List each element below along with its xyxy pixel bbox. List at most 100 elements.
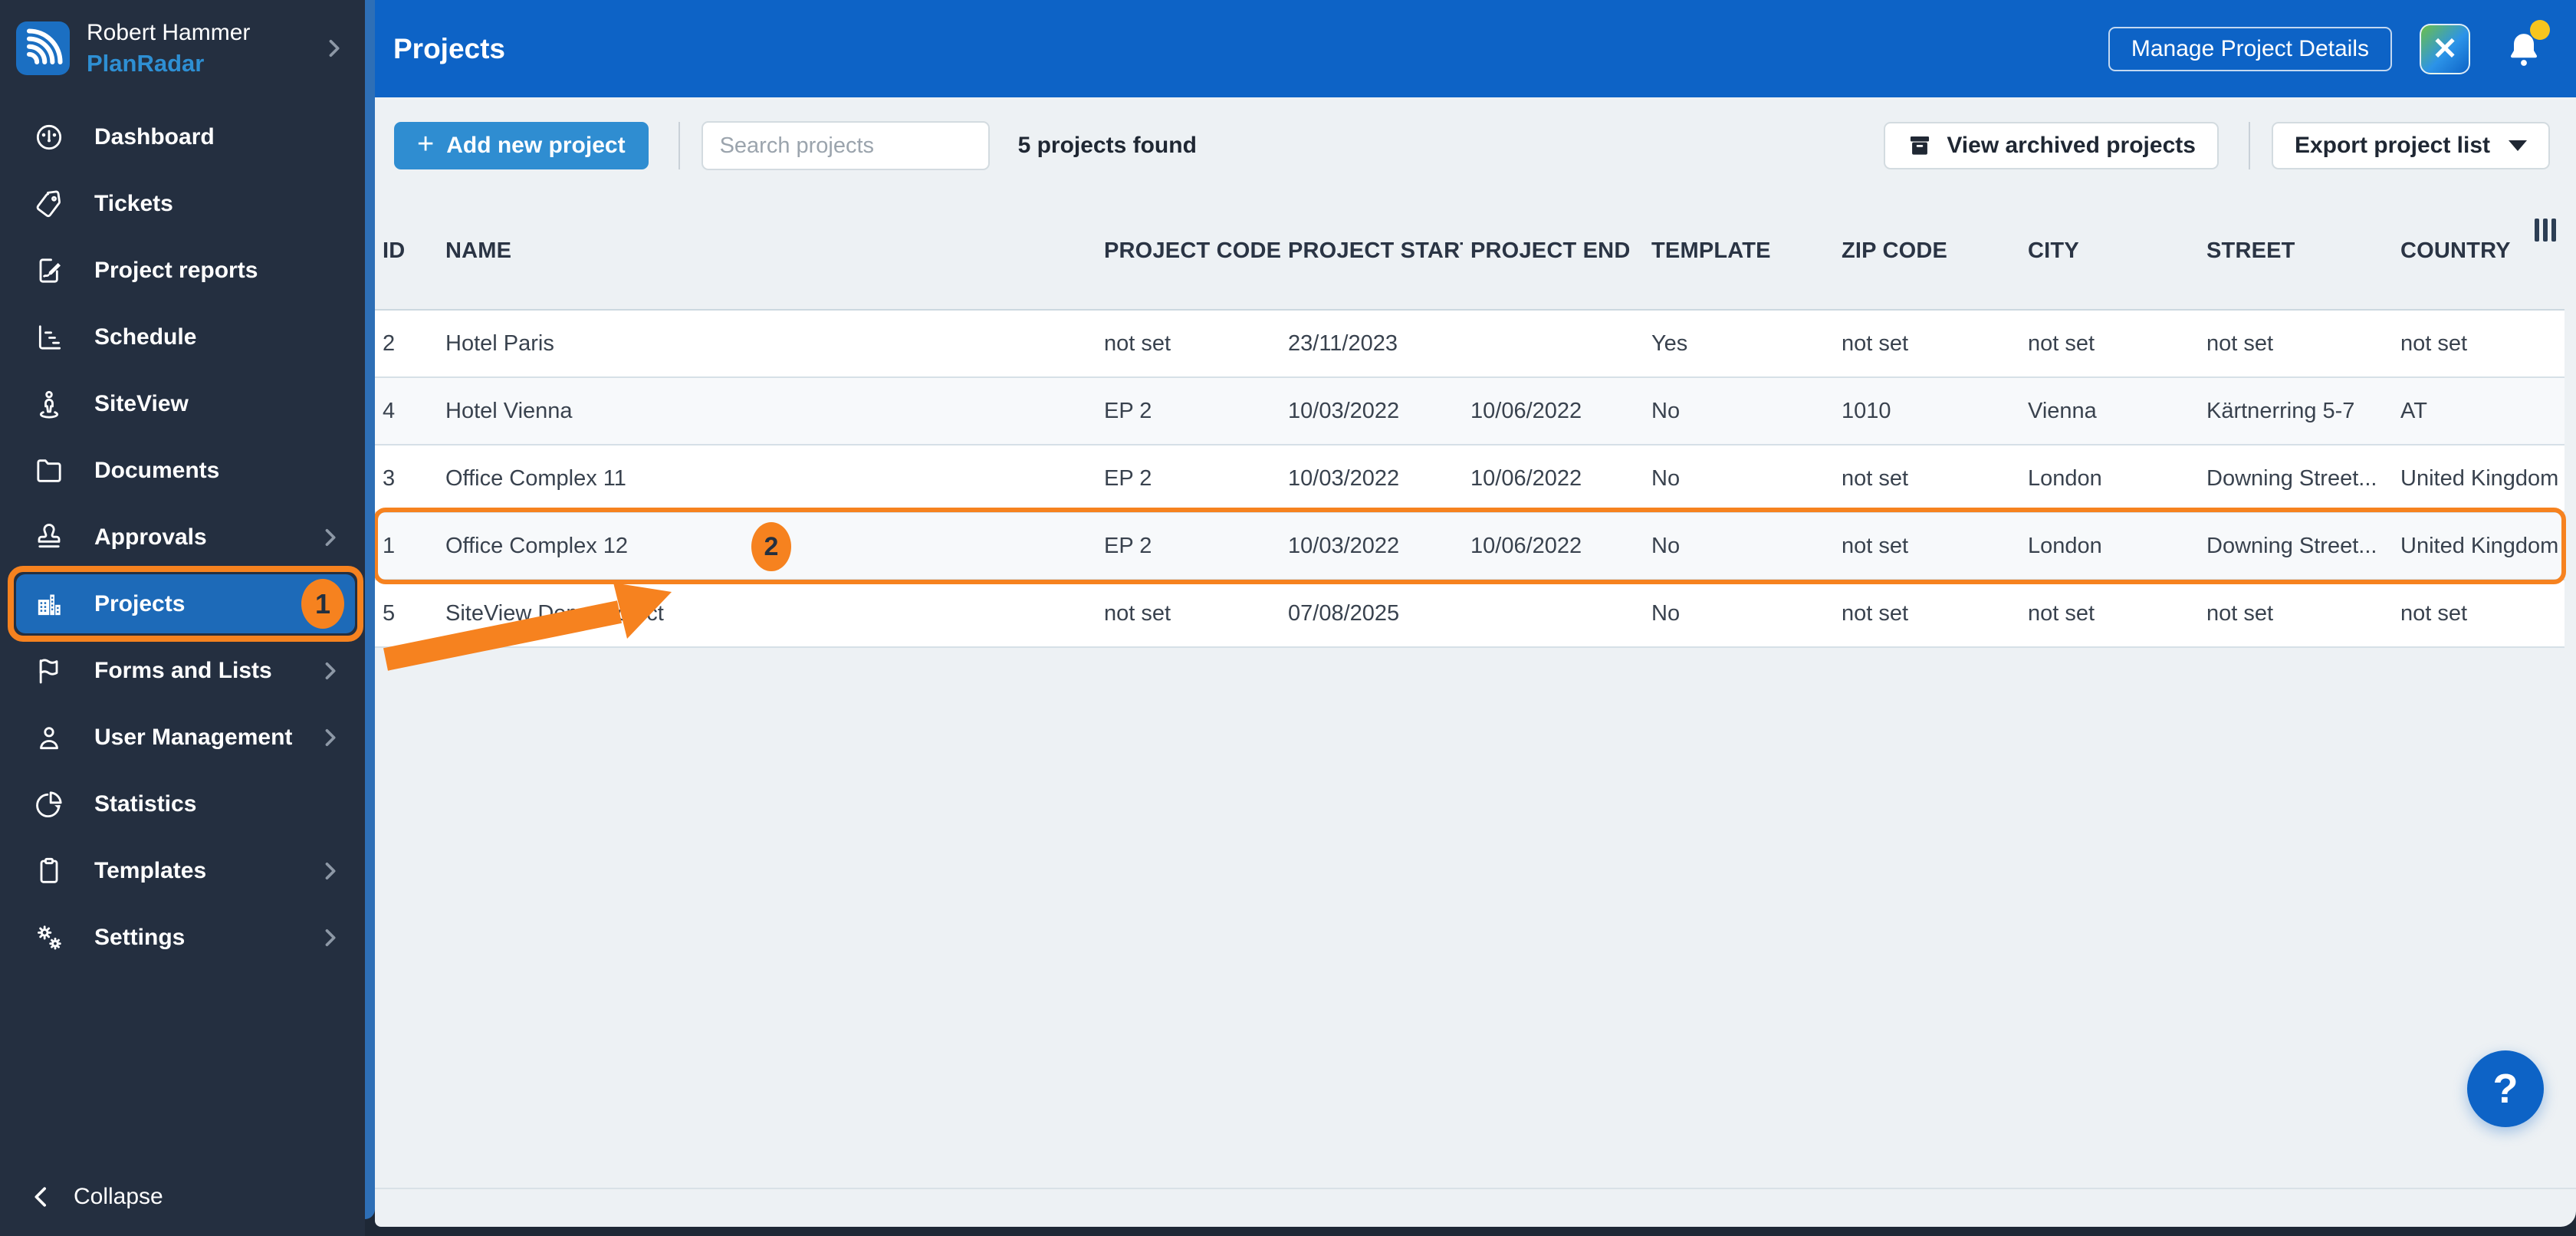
column-header-street: STREET bbox=[2206, 238, 2295, 263]
column-header-city: CITY bbox=[2028, 238, 2079, 263]
projects-toolbar: + Add new project 5 projects found View … bbox=[394, 121, 2550, 170]
sidebar-item-documents[interactable]: Documents bbox=[16, 441, 355, 500]
sidebar-item-approvals[interactable]: Approvals bbox=[16, 508, 355, 567]
caret-down-icon bbox=[2509, 140, 2527, 151]
export-label: Export project list bbox=[2294, 133, 2490, 158]
cell-code: EP 2 bbox=[1104, 398, 1152, 423]
cell-start: 10/03/2022 bbox=[1288, 398, 1400, 423]
sidebar-item-label: Approvals bbox=[94, 524, 207, 550]
sidebar-item-label: User Management bbox=[94, 724, 293, 750]
search-input[interactable] bbox=[701, 121, 990, 170]
page-title: Projects bbox=[393, 32, 506, 64]
table-row[interactable]: 5 SiteView Demoproject not set 07/08/2025 No… bbox=[375, 580, 2564, 648]
sidebar-nav: Dashboard Tickets Project reports Schedu… bbox=[0, 107, 365, 967]
table-row[interactable]: 2 Hotel Paris not set 23/11/2023 Yes not set n… bbox=[375, 311, 2564, 378]
siteview-icon bbox=[32, 387, 66, 421]
user-name: Robert Hammer bbox=[87, 20, 251, 45]
sidebar-item-schedule[interactable]: Schedule bbox=[16, 307, 355, 367]
collapse-button[interactable]: Collapse bbox=[0, 1170, 365, 1224]
column-header-zip-code: ZIP CODE bbox=[1842, 238, 1948, 263]
step-badge: 2 bbox=[751, 522, 791, 571]
cell-zip: 1010 bbox=[1842, 398, 1891, 423]
account-switcher[interactable]: Robert Hammer PlanRadar bbox=[0, 0, 365, 97]
page-header: Projects Manage Project Details ✕ bbox=[375, 0, 2576, 97]
help-button[interactable]: ? bbox=[2467, 1050, 2544, 1127]
sidebar-item-templates[interactable]: Templates bbox=[16, 841, 355, 900]
cell-zip: not set bbox=[1842, 533, 1909, 558]
toolbar-divider bbox=[2248, 122, 2250, 169]
cell-country: AT bbox=[2400, 398, 2427, 423]
notification-dot bbox=[2530, 19, 2550, 40]
table-row[interactable]: 1 Office Complex 12 EP 2 10/03/2022 10/06/20… bbox=[373, 508, 2566, 584]
plus-icon: + bbox=[417, 128, 435, 160]
folder-icon bbox=[32, 454, 66, 488]
flag-icon bbox=[32, 654, 66, 688]
cell-name: Hotel Vienna bbox=[445, 398, 573, 423]
view-archived-projects-button[interactable]: View archived projects bbox=[1884, 122, 2219, 169]
cell-street: Downing Street... bbox=[2206, 465, 2377, 491]
sidebar-item-label: Project reports bbox=[94, 257, 258, 283]
table-row[interactable]: 3 Office Complex 11 EP 2 10/03/2022 10/06/20… bbox=[375, 445, 2564, 513]
sidebar-item-label: Documents bbox=[94, 457, 220, 483]
cell-zip: not set bbox=[1842, 600, 1909, 626]
cell-city: not set bbox=[2028, 330, 2095, 356]
cell-street: Kärtnerring 5-7 bbox=[2206, 398, 2355, 423]
person-icon bbox=[32, 721, 66, 754]
sidebar-item-label: Dashboard bbox=[94, 123, 215, 150]
cell-zip: not set bbox=[1842, 330, 1909, 356]
cell-template: Yes bbox=[1651, 330, 1688, 356]
sidebar-item-forms-and-lists[interactable]: Forms and Lists bbox=[16, 641, 355, 700]
cell-country: not set bbox=[2400, 330, 2468, 356]
cell-name: Hotel Paris bbox=[445, 330, 554, 356]
column-header-project-code: PROJECT CODE bbox=[1104, 238, 1280, 263]
cell-name: SiteView Demoproject bbox=[445, 600, 664, 626]
sidebar-item-dashboard[interactable]: Dashboard bbox=[16, 107, 355, 166]
clipboard-icon bbox=[32, 854, 66, 888]
cell-country: United Kingdom bbox=[2400, 533, 2559, 558]
notifications-button[interactable] bbox=[2504, 19, 2550, 72]
sidebar-item-user-management[interactable]: User Management bbox=[16, 708, 355, 767]
chevron-right-icon bbox=[317, 725, 343, 751]
sidebar-item-projects[interactable]: Projects 1 bbox=[8, 566, 363, 642]
sidebar-item-statistics[interactable]: Statistics bbox=[16, 774, 355, 833]
manage-project-details-button[interactable]: Manage Project Details bbox=[2108, 26, 2392, 71]
cell-start: 10/03/2022 bbox=[1288, 533, 1400, 558]
cell-id: 4 bbox=[383, 398, 396, 423]
export-project-list-button[interactable]: Export project list bbox=[2271, 122, 2550, 169]
cell-end: 10/06/2022 bbox=[1470, 465, 1582, 491]
org-name: PlanRadar bbox=[87, 50, 205, 77]
table-header: ID NAME PROJECT CODE PROJECT START PROJECT E… bbox=[375, 205, 2564, 297]
schedule-icon bbox=[32, 321, 66, 354]
add-new-project-button[interactable]: + Add new project bbox=[394, 122, 649, 169]
stamp-icon bbox=[32, 521, 66, 554]
sidebar-item-tickets[interactable]: Tickets bbox=[16, 174, 355, 233]
sidebar-accent-stripe bbox=[365, 0, 375, 1219]
cell-template: No bbox=[1651, 600, 1681, 626]
sidebar-item-settings[interactable]: Settings bbox=[16, 908, 355, 967]
cell-template: No bbox=[1651, 398, 1681, 423]
step-badge: 1 bbox=[301, 579, 344, 629]
table-row[interactable]: 4 Hotel Vienna EP 2 10/03/2022 10/06/2022 No 1… bbox=[375, 378, 2564, 445]
dashboard-icon bbox=[32, 120, 66, 154]
cell-country: United Kingdom bbox=[2400, 465, 2559, 491]
main-content: + Add new project 5 projects found View … bbox=[373, 97, 2576, 1227]
column-header-name: NAME bbox=[445, 238, 512, 263]
planradar-connect-icon[interactable]: ✕ bbox=[2420, 23, 2470, 74]
pie-chart-icon bbox=[32, 787, 66, 821]
cell-zip: not set bbox=[1842, 465, 1909, 491]
cell-street: Downing Street... bbox=[2206, 533, 2377, 558]
sidebar: Robert Hammer PlanRadar Dashboard Ticket… bbox=[0, 0, 365, 1236]
sidebar-item-label: SiteView bbox=[94, 390, 189, 416]
column-header-project-start: PROJECT START bbox=[1288, 238, 1463, 263]
column-header-country: COUNTRY bbox=[2400, 238, 2511, 263]
cell-start: 23/11/2023 bbox=[1288, 330, 1398, 356]
add-new-project-label: Add new project bbox=[446, 133, 626, 158]
report-icon bbox=[32, 254, 66, 288]
building-icon bbox=[32, 587, 66, 621]
column-header-project-end: PROJECT END bbox=[1470, 238, 1631, 263]
sidebar-item-siteview[interactable]: SiteView bbox=[16, 374, 355, 433]
sidebar-item-project-reports[interactable]: Project reports bbox=[16, 241, 355, 300]
collapse-label: Collapse bbox=[74, 1184, 163, 1209]
cell-code: EP 2 bbox=[1104, 465, 1152, 491]
planradar-logo-icon bbox=[16, 21, 70, 75]
